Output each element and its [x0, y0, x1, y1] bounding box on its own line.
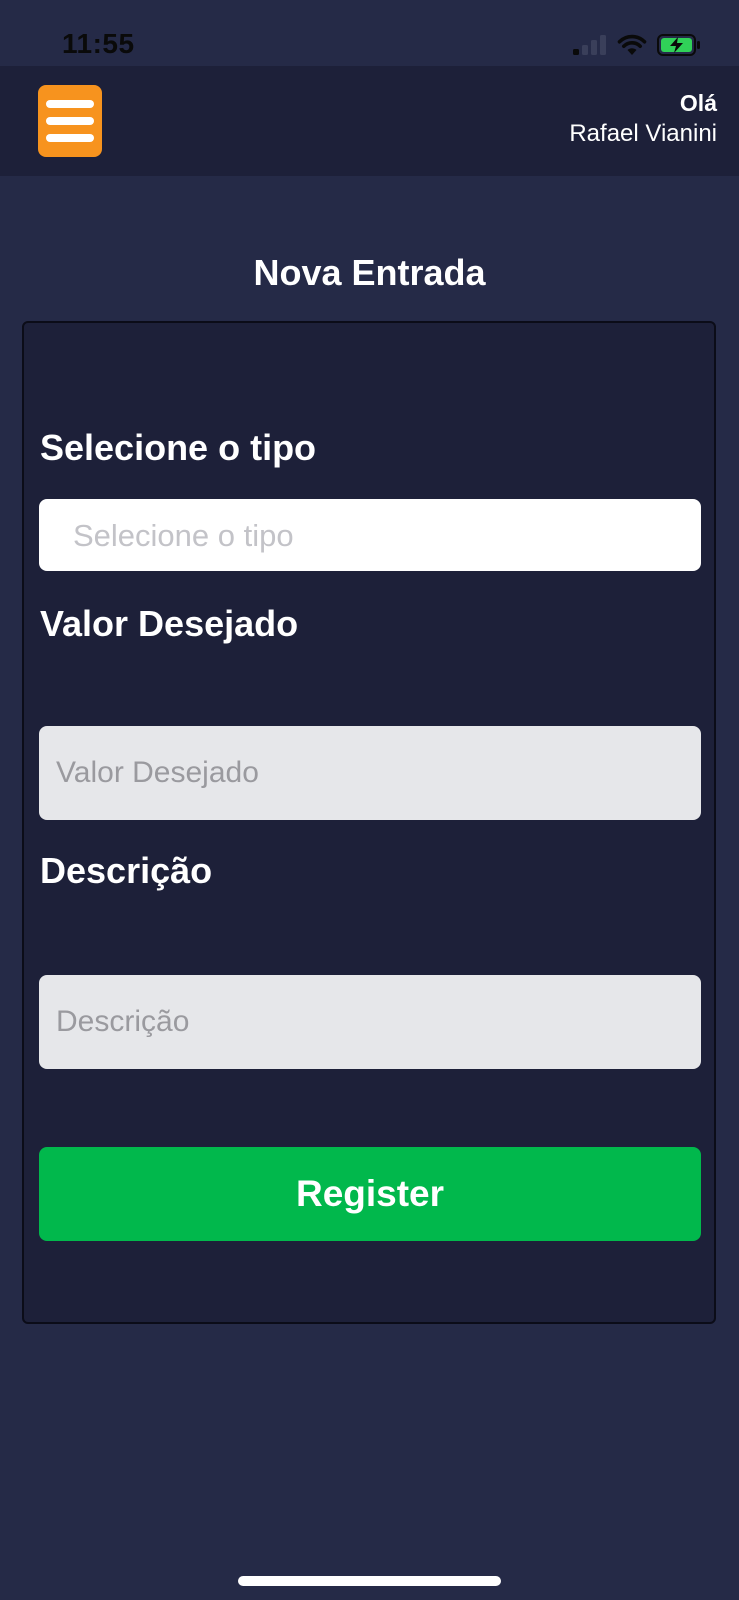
status-time: 11:55 [62, 28, 135, 59]
battery-charging-icon [657, 34, 701, 61]
home-indicator[interactable] [238, 1576, 501, 1586]
entry-form-card: Selecione o tipo Selecione o tipo Valor … [22, 321, 716, 1324]
value-label: Valor Desejado [40, 603, 299, 644]
description-input[interactable] [39, 975, 701, 1069]
hamburger-menu-icon-line [46, 134, 94, 142]
type-label: Selecione o tipo [40, 427, 317, 468]
cellular-signal-icon [573, 35, 607, 60]
description-label: Descrição [40, 850, 213, 891]
user-name: Rafael Vianini [569, 120, 717, 147]
user-greeting: Olá Rafael Vianini [569, 88, 717, 150]
type-select-placeholder: Selecione o tipo [73, 518, 294, 553]
greeting-text: Olá [679, 90, 717, 116]
register-button[interactable]: Register [39, 1147, 701, 1241]
app-header: Olá Rafael Vianini [0, 66, 739, 176]
wifi-icon [617, 34, 647, 61]
hamburger-menu-icon-line [46, 117, 94, 125]
status-icons [573, 34, 701, 61]
value-input[interactable] [39, 726, 701, 820]
hamburger-menu-button[interactable] [38, 85, 102, 157]
type-select[interactable]: Selecione o tipo [39, 499, 701, 571]
page-title: Nova Entrada [253, 252, 486, 293]
status-bar: 11:55 [0, 0, 739, 66]
hamburger-menu-icon [46, 100, 94, 108]
